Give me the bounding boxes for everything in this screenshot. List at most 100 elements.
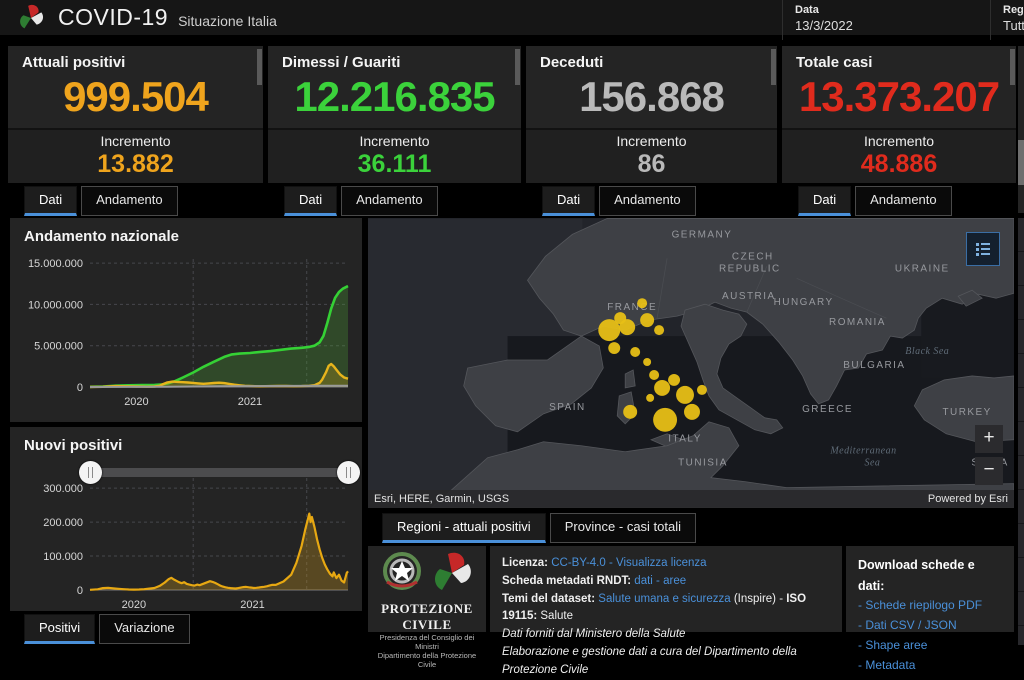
chart-title: Andamento nazionale bbox=[10, 218, 362, 245]
card-title: Deceduti bbox=[526, 46, 777, 71]
temi-link[interactable]: Salute umana e sicurezza bbox=[598, 593, 730, 605]
download-pdf-link[interactable]: - Schede riepilogo PDF bbox=[858, 596, 1002, 616]
region-bubble[interactable] bbox=[676, 386, 694, 404]
x-axis-tick-label: 2020 bbox=[122, 599, 146, 611]
map-label-turkey: TURKEY bbox=[942, 407, 991, 418]
tab-province[interactable]: Province - casi totali bbox=[550, 513, 696, 543]
increment-label: Incremento bbox=[268, 133, 521, 149]
europe-map[interactable]: GERMANYCZECHREPUBLICUKRAINEFRANCEAUSTRIA… bbox=[368, 218, 1014, 508]
metadata-dati-link[interactable]: dati bbox=[634, 575, 653, 587]
page-title: COVID-19 bbox=[58, 4, 168, 31]
license-line: Licenza: CC-BY-4.0 - Visualizza licenza bbox=[502, 555, 830, 573]
footer-license-panel: Licenza: CC-BY-4.0 - Visualizza licenza … bbox=[490, 546, 842, 632]
footer-download-panel: Download schede e dati: - Schede riepilo… bbox=[846, 546, 1014, 632]
region-bubble[interactable] bbox=[598, 319, 620, 341]
tab-andamento[interactable]: Andamento bbox=[599, 186, 696, 216]
tab-dati[interactable]: Dati bbox=[24, 186, 77, 216]
andamento-nazionale-chart[interactable]: 05.000.00010.000.00015.000.00020202021 bbox=[10, 245, 362, 417]
view-license-link[interactable]: Visualizza licenza bbox=[616, 557, 707, 569]
tab-andamento[interactable]: Andamento bbox=[341, 186, 438, 216]
card-scrollbar[interactable] bbox=[515, 49, 520, 85]
region-bubble[interactable] bbox=[619, 319, 635, 335]
map-label-sea: Sea bbox=[865, 458, 881, 469]
license-link[interactable]: CC-BY-4.0 bbox=[551, 557, 606, 569]
tab-andamento[interactable]: Andamento bbox=[81, 186, 178, 216]
time-range-slider bbox=[10, 461, 362, 485]
download-csv-json-link[interactable]: - Dati CSV / JSON bbox=[858, 616, 1002, 636]
region-bubble[interactable] bbox=[608, 342, 620, 354]
tab-positivi[interactable]: Positivi bbox=[24, 614, 95, 644]
region-bubble[interactable] bbox=[654, 380, 670, 396]
download-metadata-link[interactable]: - Metadata bbox=[858, 656, 1002, 676]
download-title: Download schede e dati: bbox=[858, 555, 1002, 596]
metadata-label: Scheda metadati RNDT: bbox=[502, 575, 631, 587]
region-bubble[interactable] bbox=[653, 408, 677, 432]
region-bubble[interactable] bbox=[646, 394, 654, 402]
card-scrollbar[interactable] bbox=[257, 49, 262, 85]
map-label-romania: ROMANIA bbox=[829, 317, 886, 328]
region-bubble[interactable] bbox=[649, 370, 659, 380]
nuovi-positivi-chart[interactable]: 0100.000200.000300.00020202021 bbox=[10, 468, 362, 618]
y-axis-tick-label: 10.000.000 bbox=[28, 299, 83, 311]
map-label-germany: GERMANY bbox=[672, 229, 733, 240]
card-scrollbar[interactable] bbox=[1010, 49, 1015, 85]
region-bubble[interactable] bbox=[640, 313, 654, 327]
chart-title: Nuovi positivi bbox=[10, 427, 362, 454]
temi-label: Temi del dataset: bbox=[502, 593, 595, 605]
region-bubble[interactable] bbox=[684, 404, 700, 420]
card-value: 13.373.207 bbox=[782, 73, 1016, 121]
region-bubble[interactable] bbox=[637, 298, 647, 308]
org-line1: Presidenza del Consiglio dei Ministri bbox=[368, 633, 486, 651]
region-bubble[interactable] bbox=[630, 347, 640, 357]
range-slider-handle-right[interactable] bbox=[337, 461, 360, 484]
region-bubble[interactable] bbox=[623, 405, 637, 419]
increment-value: 86 bbox=[526, 150, 777, 179]
temi-end: Salute bbox=[540, 610, 573, 622]
region-bubble[interactable] bbox=[697, 385, 707, 395]
increment-value: 13.882 bbox=[8, 150, 263, 179]
x-axis-tick-label: 2020 bbox=[124, 396, 148, 408]
panel-nuovi-positivi: Nuovi positivi 0100.000200.000300.000202… bbox=[10, 427, 362, 611]
increment-value: 48.886 bbox=[782, 150, 1016, 179]
map-zoom-out-button[interactable]: − bbox=[975, 457, 1003, 485]
header-region-section: Regione Tutte bbox=[990, 0, 1024, 40]
tab-variazione[interactable]: Variazione bbox=[99, 614, 189, 644]
download-shape-link[interactable]: - Shape aree bbox=[858, 636, 1002, 656]
map-label-bulgaria: BULGARIA bbox=[843, 360, 905, 371]
range-slider-handle-left[interactable] bbox=[79, 461, 102, 484]
tab-dati[interactable]: Dati bbox=[542, 186, 595, 216]
powered-by-esri: Powered by Esri bbox=[928, 493, 1008, 505]
protezione-civile-emblems bbox=[377, 550, 477, 596]
region-bubble[interactable] bbox=[643, 358, 651, 366]
map-label-black-sea: Black Sea bbox=[905, 346, 949, 357]
map-zoom-in-button[interactable]: + bbox=[975, 425, 1003, 453]
region-value: Tutte bbox=[1003, 18, 1012, 33]
y-axis-tick-label: 0 bbox=[77, 382, 83, 394]
region-bubble[interactable] bbox=[654, 325, 664, 335]
tab-dati[interactable]: Dati bbox=[284, 186, 337, 216]
metadata-aree-link[interactable]: aree bbox=[663, 575, 686, 587]
note-elaborazione: Elaborazione e gestione dati a cura del … bbox=[502, 644, 830, 680]
card-scrollbar[interactable] bbox=[771, 49, 776, 85]
tab-regioni[interactable]: Regioni - attuali positivi bbox=[382, 513, 546, 543]
legend-list-icon bbox=[974, 240, 992, 258]
date-value: 13/3/2022 bbox=[795, 18, 953, 33]
scrollbar-thumb[interactable] bbox=[1018, 140, 1024, 185]
region-bubble[interactable] bbox=[668, 374, 680, 386]
slider-track[interactable] bbox=[90, 468, 348, 477]
page-subtitle: Situazione Italia bbox=[178, 7, 277, 29]
legend-button[interactable] bbox=[966, 232, 1000, 266]
tab-dati[interactable]: Dati bbox=[798, 186, 851, 216]
map-canvas[interactable]: GERMANYCZECHREPUBLICUKRAINEFRANCEAUSTRIA… bbox=[368, 218, 1014, 508]
y-axis-tick-label: 0 bbox=[77, 585, 83, 597]
footer-logo-panel: PROTEZIONE CIVILE Presidenza del Consigl… bbox=[368, 546, 486, 632]
map-label-mediterranean: Mediterranean bbox=[829, 446, 896, 457]
card-attuali-positivi: Attuali positivi 999.504 Incremento 13.8… bbox=[8, 46, 263, 183]
tab-andamento[interactable]: Andamento bbox=[855, 186, 952, 216]
panel-andamento-nazionale: Andamento nazionale 05.000.00010.000.000… bbox=[10, 218, 362, 422]
card-value: 12.216.835 bbox=[268, 73, 521, 121]
temi-mid: (Inspire) - bbox=[734, 593, 783, 605]
map-label-ukraine: UKRAINE bbox=[895, 263, 950, 274]
map-label-greece: GREECE bbox=[802, 404, 853, 415]
map-label-hungary: HUNGARY bbox=[774, 297, 834, 308]
